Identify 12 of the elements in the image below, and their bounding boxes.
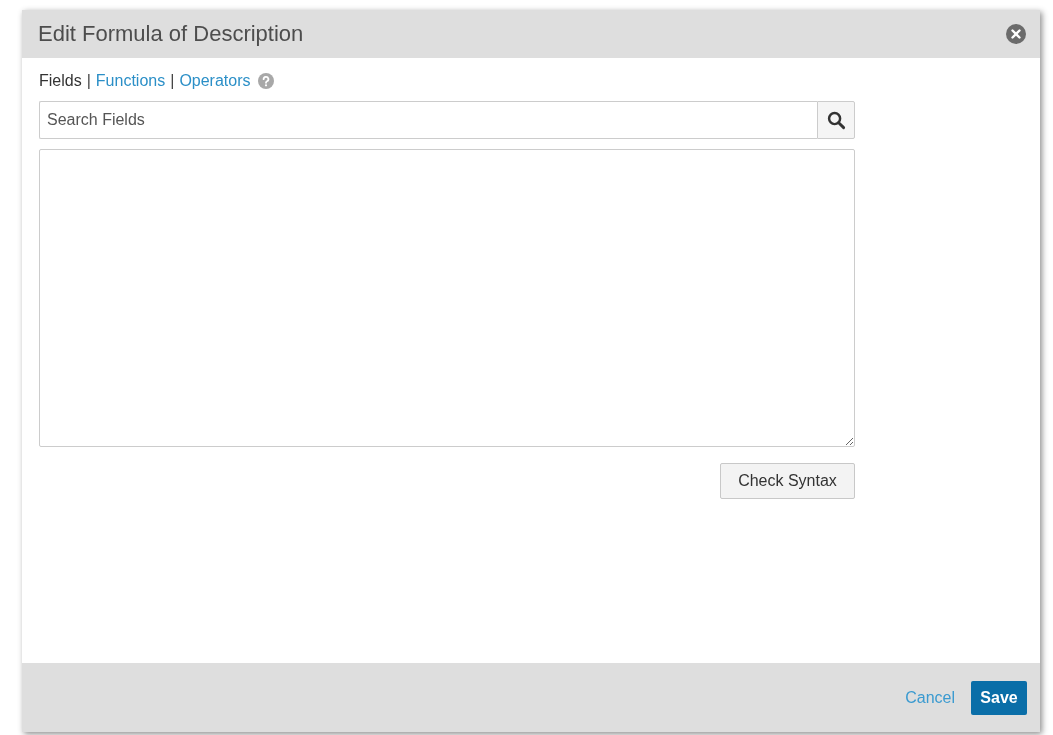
tab-link[interactable]: Fields xyxy=(39,72,82,90)
search-icon xyxy=(826,110,846,130)
search-field[interactable]: Search Fields xyxy=(39,101,817,139)
save-button[interactable]: Save xyxy=(971,680,1027,715)
check-syntax-button[interactable]: Check Syntax xyxy=(720,463,855,499)
dialog-title: Edit Formula of Description xyxy=(38,21,304,47)
tab-link[interactable]: Operators xyxy=(179,72,251,90)
separator: | xyxy=(86,72,91,90)
tab-link[interactable]: Functions xyxy=(95,72,166,90)
search-button[interactable] xyxy=(817,101,855,139)
separator: | xyxy=(170,72,175,90)
close-icon[interactable] xyxy=(1006,24,1026,44)
